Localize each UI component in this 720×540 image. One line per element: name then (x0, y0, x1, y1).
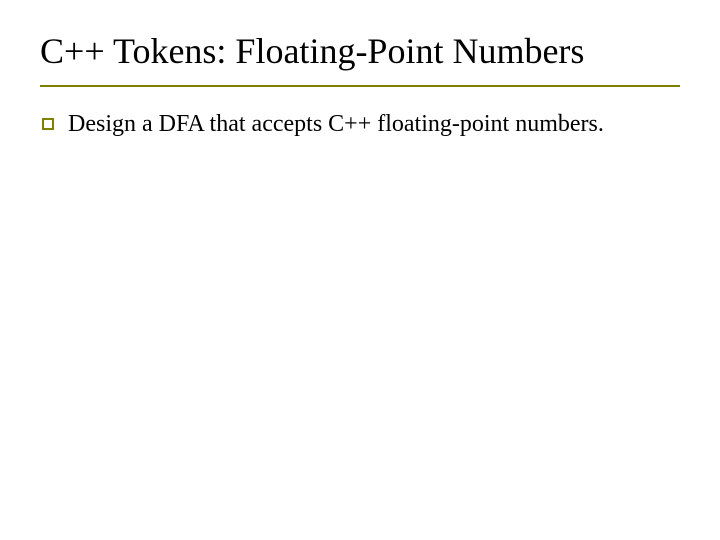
bullet-text: Design a DFA that accepts C++ floating-p… (68, 109, 680, 140)
slide-body: Design a DFA that accepts C++ floating-p… (40, 109, 680, 140)
square-bullet-icon (42, 118, 54, 130)
slide-title: C++ Tokens: Floating-Point Numbers (40, 30, 680, 79)
bullet-item: Design a DFA that accepts C++ floating-p… (42, 109, 680, 140)
slide: C++ Tokens: Floating-Point Numbers Desig… (0, 0, 720, 540)
title-underline (40, 85, 680, 87)
